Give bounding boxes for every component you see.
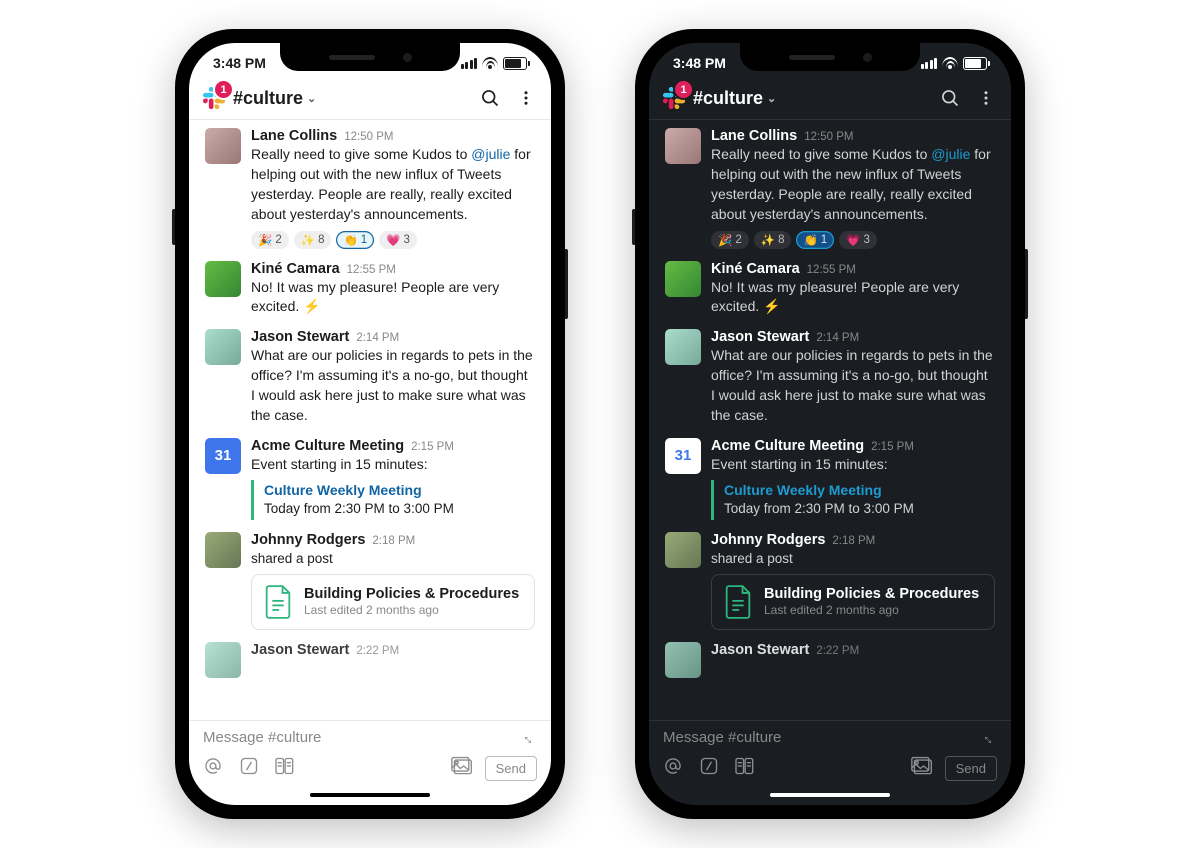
battery-icon (503, 57, 527, 70)
avatar[interactable] (205, 261, 241, 297)
mention-icon[interactable] (203, 756, 223, 781)
avatar[interactable] (665, 532, 701, 568)
avatar[interactable] (665, 642, 701, 678)
channel-header: 1 #culture⌄ (189, 83, 551, 120)
slash-command-icon[interactable] (239, 756, 259, 781)
phone-dark: 3:48 PM 1 #culture⌄ (635, 29, 1025, 819)
sender-name: Lane Collins (251, 128, 337, 144)
avatar[interactable] (205, 128, 241, 164)
home-indicator[interactable] (649, 785, 1011, 805)
reaction[interactable]: 👏1 (796, 231, 834, 249)
home-indicator[interactable] (189, 785, 551, 805)
document-icon (724, 585, 752, 619)
mention[interactable]: @julie (471, 146, 510, 162)
post-card[interactable]: Building Policies & Procedures Last edit… (711, 574, 995, 630)
slack-logo[interactable]: 1 (203, 87, 225, 109)
message-feed[interactable]: Lane Collins 12:50 PM Really need to give… (189, 120, 551, 720)
reactions: 🎉2 ✨8 👏1 💗3 (251, 231, 535, 249)
wifi-icon (942, 57, 958, 69)
status-time: 3:48 PM (673, 55, 726, 71)
slack-logo[interactable]: 1 (663, 87, 685, 109)
notification-badge: 1 (213, 79, 234, 100)
message[interactable]: Kiné Camara12:55 PM No! It was my pleasu… (653, 253, 1007, 322)
slash-command-icon[interactable] (699, 756, 719, 781)
avatar[interactable] (665, 329, 701, 365)
phone-light: 3:48 PM 1 #culture⌄ (175, 29, 565, 819)
message[interactable]: Lane Collins12:50 PM Really need to give… (653, 120, 1007, 253)
avatar[interactable] (665, 128, 701, 164)
message[interactable]: Jason Stewart2:22 PM (653, 634, 1007, 682)
reaction[interactable]: 👏1 (336, 231, 374, 249)
notch (740, 43, 920, 71)
calendar-icon[interactable]: 31 (205, 438, 241, 474)
image-icon[interactable] (911, 756, 933, 781)
reaction[interactable]: ✨8 (294, 231, 332, 249)
channel-title[interactable]: #culture⌄ (693, 88, 925, 109)
mention[interactable]: @julie (931, 146, 970, 162)
calendar-icon[interactable]: 31 (665, 438, 701, 474)
search-icon[interactable] (939, 87, 961, 109)
message[interactable]: Kiné Camara12:55 PM No! It was my pleasu… (193, 253, 547, 322)
message-text: Really need to give some Kudos to @julie… (251, 145, 535, 225)
event-attachment[interactable]: Culture Weekly Meeting Today from 2:30 P… (711, 480, 995, 520)
expand-icon[interactable]: ↔ (519, 727, 540, 748)
signal-icon (921, 58, 938, 69)
send-button[interactable]: Send (945, 756, 997, 781)
event-attachment[interactable]: Culture Weekly Meeting Today from 2:30 P… (251, 480, 535, 520)
message[interactable]: Jason Stewart2:14 PM What are our polici… (653, 321, 1007, 430)
screen: 3:48 PM 1 #culture⌄ (649, 43, 1011, 805)
document-icon (264, 585, 292, 619)
more-icon[interactable] (515, 87, 537, 109)
message[interactable]: Lane Collins 12:50 PM Really need to give… (193, 120, 547, 253)
message[interactable]: 31 Acme Culture Meeting2:15 PM Event sta… (193, 430, 547, 524)
reaction[interactable]: 🎉2 (711, 231, 749, 249)
battery-icon (963, 57, 987, 70)
status-time: 3:48 PM (213, 55, 266, 71)
post-card[interactable]: Building Policies & Procedures Last edit… (251, 574, 535, 630)
chevron-down-icon: ⌄ (767, 92, 776, 105)
attachment-icon[interactable] (275, 756, 297, 781)
composer: Message #culture ↔ Send (649, 720, 1011, 785)
mention-icon[interactable] (663, 756, 683, 781)
message[interactable]: 31 Acme Culture Meeting2:15 PM Event sta… (653, 430, 1007, 524)
event-time: Today from 2:30 PM to 3:00 PM (264, 499, 535, 518)
send-button[interactable]: Send (485, 756, 537, 781)
message-feed[interactable]: Lane Collins12:50 PM Really need to give… (649, 120, 1011, 720)
reaction[interactable]: 💗3 (379, 231, 417, 249)
avatar[interactable] (205, 642, 241, 678)
reaction[interactable]: 💗3 (839, 231, 877, 249)
signal-icon (461, 58, 478, 69)
channel-title[interactable]: #culture⌄ (233, 88, 465, 109)
channel-header: 1 #culture⌄ (649, 83, 1011, 120)
message[interactable]: Johnny Rodgers2:18 PM shared a post Buil… (193, 524, 547, 634)
notification-badge: 1 (673, 79, 694, 100)
message[interactable]: Johnny Rodgers2:18 PM shared a post Buil… (653, 524, 1007, 634)
avatar[interactable] (205, 532, 241, 568)
reaction[interactable]: 🎉2 (251, 231, 289, 249)
expand-icon[interactable]: ↔ (979, 727, 1000, 748)
message[interactable]: Jason Stewart2:22 PM (193, 634, 547, 682)
timestamp: 12:50 PM (344, 131, 393, 143)
event-title: Culture Weekly Meeting (264, 482, 535, 498)
reaction[interactable]: ✨8 (754, 231, 792, 249)
notch (280, 43, 460, 71)
message-input[interactable]: Message #culture (203, 729, 321, 746)
screen: 3:48 PM 1 #culture⌄ (189, 43, 551, 805)
message[interactable]: Jason Stewart2:14 PM What are our polici… (193, 321, 547, 430)
message-input[interactable]: Message #culture (663, 729, 781, 746)
chevron-down-icon: ⌄ (307, 92, 316, 105)
composer: Message #culture ↔ Send (189, 720, 551, 785)
card-subtitle: Last edited 2 months ago (304, 603, 519, 617)
avatar[interactable] (205, 329, 241, 365)
wifi-icon (482, 57, 498, 69)
card-title: Building Policies & Procedures (304, 586, 519, 602)
search-icon[interactable] (479, 87, 501, 109)
more-icon[interactable] (975, 87, 997, 109)
attachment-icon[interactable] (735, 756, 757, 781)
avatar[interactable] (665, 261, 701, 297)
image-icon[interactable] (451, 756, 473, 781)
